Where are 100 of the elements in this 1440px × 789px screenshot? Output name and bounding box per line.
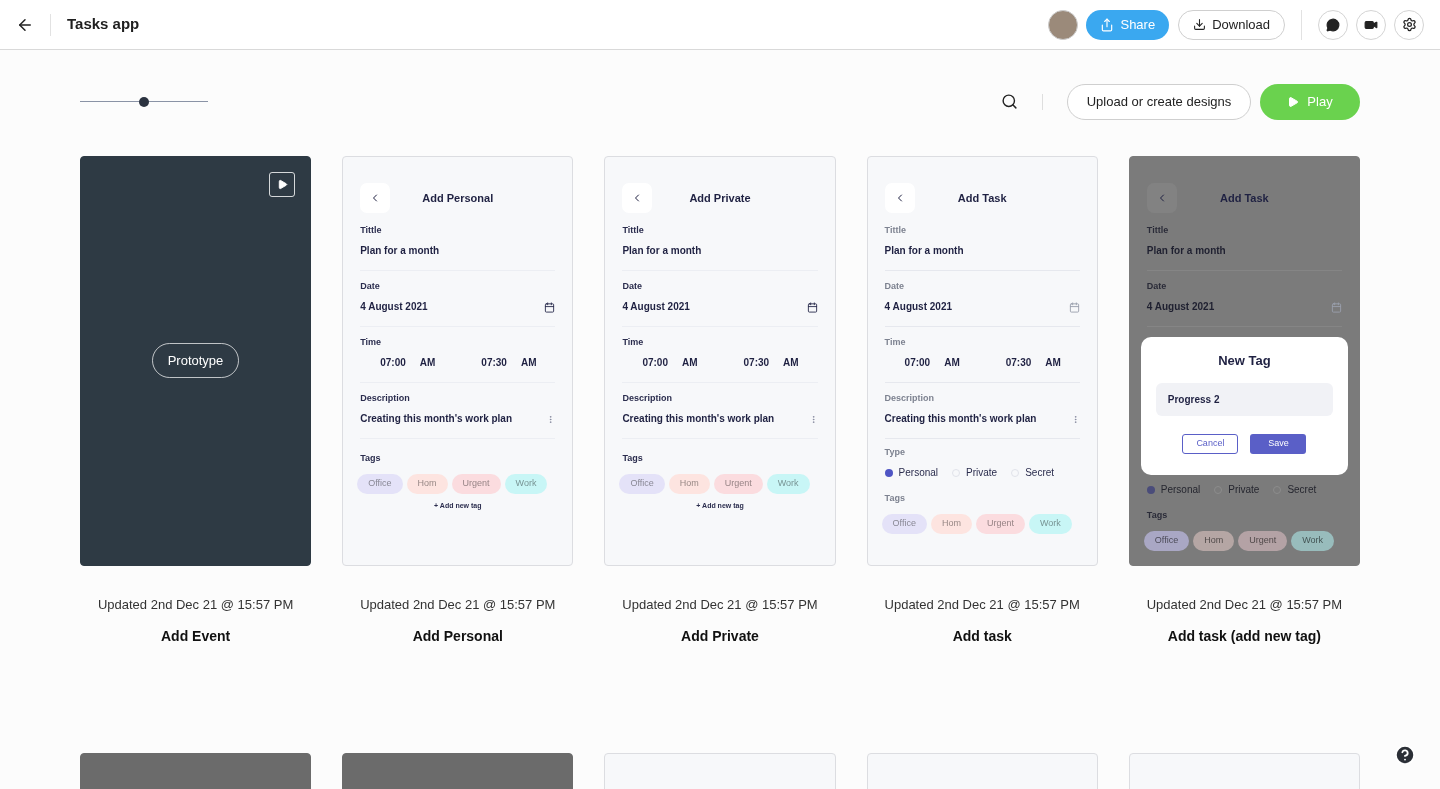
field-value: Creating this month's work plan bbox=[884, 413, 1037, 425]
tag-chip[interactable]: Office bbox=[619, 474, 665, 494]
slider-thumb[interactable] bbox=[139, 96, 149, 107]
time-period: AM bbox=[419, 357, 436, 369]
field-value: Plan for a month bbox=[884, 245, 964, 257]
screen-preview[interactable]: Prototype bbox=[80, 156, 312, 566]
field-value: Creating this month's work plan bbox=[360, 413, 513, 425]
field-label: Description bbox=[622, 393, 673, 404]
download-icon bbox=[1193, 18, 1207, 31]
field-label: Tags bbox=[1146, 510, 1169, 521]
field-label: Time bbox=[360, 337, 383, 348]
calendar-icon bbox=[1068, 301, 1080, 313]
field-label: Date bbox=[622, 281, 643, 292]
time-period: AM bbox=[681, 357, 698, 369]
tag-chip[interactable]: Hom bbox=[930, 514, 972, 534]
tag-chip[interactable]: Urgent bbox=[1238, 531, 1288, 551]
field-value: Plan for a month bbox=[1146, 245, 1226, 257]
updated-time: Updated 2nd Dec 21 @ 15:57 PM bbox=[359, 596, 557, 614]
radio-label: Personal bbox=[898, 467, 939, 479]
tag-chip[interactable]: Work bbox=[504, 474, 548, 494]
field-label: Description bbox=[884, 393, 936, 404]
time-value: 07:00 bbox=[904, 357, 931, 369]
save-button[interactable]: Save bbox=[1250, 433, 1307, 454]
download-button[interactable]: Download bbox=[1178, 9, 1285, 40]
tag-chip[interactable]: Office bbox=[1143, 531, 1190, 551]
tag-input[interactable]: Progress 2 bbox=[1155, 382, 1333, 416]
updated-time: Updated 2nd Dec 21 @ 15:57 PM bbox=[1145, 596, 1344, 614]
play-icon bbox=[1287, 95, 1300, 108]
tag-chip[interactable]: Work bbox=[1028, 514, 1072, 534]
tag-chip[interactable]: Office bbox=[357, 474, 403, 494]
tag-chip[interactable]: Work bbox=[1291, 531, 1334, 551]
chat-bubble-icon bbox=[1326, 17, 1340, 32]
radio-button[interactable] bbox=[1146, 486, 1155, 494]
tag-chip[interactable]: Urgent bbox=[975, 514, 1025, 534]
tag-chip[interactable]: Hom bbox=[406, 474, 448, 494]
tag-chip[interactable]: Urgent bbox=[713, 474, 763, 494]
time-value: 07:30 bbox=[743, 357, 770, 369]
field-label: Date bbox=[360, 281, 381, 292]
screen-title: Add Task bbox=[1219, 190, 1270, 206]
user-avatar[interactable] bbox=[1048, 9, 1079, 40]
zoom-slider[interactable] bbox=[80, 96, 208, 107]
field-label: Description bbox=[360, 393, 411, 404]
screen-title: Add Private bbox=[688, 190, 752, 206]
field-label: Tittle bbox=[622, 225, 645, 236]
screen-preview[interactable]: Add Task Tittle Plan for a month Date 4 August 2021 New Tag Progress 2 Cancel Save Personal Private Secret Tags Office Hom Urgent Work bbox=[1128, 156, 1360, 566]
screen-title: Add Task bbox=[956, 190, 1008, 206]
field-label: Date bbox=[1146, 281, 1168, 292]
field-label: Tags bbox=[622, 453, 644, 464]
app-title: Tasks app bbox=[67, 14, 140, 35]
field-value: Plan for a month bbox=[622, 245, 702, 257]
radio-label: Private bbox=[1228, 484, 1260, 496]
updated-time: Updated 2nd Dec 21 @ 15:57 PM bbox=[883, 596, 1081, 614]
search-icon[interactable] bbox=[1001, 93, 1018, 110]
dialog-title: New Tag bbox=[1218, 352, 1271, 370]
radio-label: Private bbox=[966, 467, 998, 479]
settings-icon bbox=[1401, 17, 1417, 32]
field-label: Time bbox=[884, 337, 907, 348]
thumbnail-card[interactable] bbox=[342, 752, 574, 789]
time-value: 07:30 bbox=[481, 357, 507, 369]
screen-title: Add Personal bbox=[421, 190, 495, 206]
field-label: Tittle bbox=[360, 225, 383, 236]
time-value: 07:30 bbox=[1005, 357, 1032, 369]
tag-chip[interactable]: Hom bbox=[1193, 531, 1235, 551]
screen-name: Add task (add new tag) bbox=[1166, 626, 1322, 646]
help-icon[interactable] bbox=[1394, 744, 1416, 766]
updated-time: Updated 2nd Dec 21 @ 15:57 PM bbox=[621, 596, 819, 614]
tag-chip[interactable]: Hom bbox=[668, 474, 710, 494]
field-label: Tittle bbox=[1146, 225, 1170, 236]
updated-time: Updated 2nd Dec 21 @ 15:57 PM bbox=[96, 596, 295, 614]
time-period: AM bbox=[944, 357, 960, 369]
time-period: AM bbox=[520, 357, 537, 369]
field-label: Tags bbox=[884, 493, 906, 504]
time-period: AM bbox=[1045, 357, 1061, 369]
upload-button[interactable]: Upload or create designs bbox=[1067, 83, 1251, 120]
field-label: Time bbox=[622, 337, 645, 348]
play-button[interactable] bbox=[269, 172, 296, 197]
time-value: 07:00 bbox=[380, 357, 406, 369]
screen-preview[interactable]: Add Task Tittle Plan for a month Date 4 August 2021 Time 07:00 AM 07:30 AM Description Creating this month's work plan Type Personal Private Secret Tags Office Hom Urgent Work bbox=[866, 156, 1098, 566]
play-icon bbox=[276, 179, 288, 190]
screen-name: Add Private bbox=[680, 626, 760, 646]
radio-label: Personal bbox=[1160, 484, 1201, 496]
thumbnail-card[interactable] bbox=[80, 752, 312, 789]
time-period: AM bbox=[783, 357, 799, 369]
tag-chip[interactable]: Work bbox=[766, 474, 810, 494]
tag-chip[interactable]: Urgent bbox=[451, 474, 501, 494]
cancel-button[interactable]: Cancel bbox=[1182, 433, 1239, 454]
screen-name: Add Personal bbox=[411, 626, 504, 646]
share-button[interactable]: Share bbox=[1086, 9, 1170, 40]
field-value: 4 August 2021 bbox=[622, 301, 690, 313]
radio-label: Secret bbox=[1287, 484, 1317, 496]
screen-name: Add task bbox=[951, 626, 1013, 646]
calendar-icon bbox=[544, 301, 556, 313]
field-value: 4 August 2021 bbox=[360, 301, 428, 313]
radio-button[interactable] bbox=[884, 469, 893, 477]
share-icon bbox=[1100, 17, 1115, 32]
field-label: Tags bbox=[360, 453, 382, 464]
tag-chip[interactable]: Office bbox=[881, 514, 927, 534]
field-value: Creating this month's work plan bbox=[622, 413, 775, 425]
field-value: Plan for a month bbox=[360, 245, 440, 257]
time-value: 07:00 bbox=[642, 357, 668, 369]
